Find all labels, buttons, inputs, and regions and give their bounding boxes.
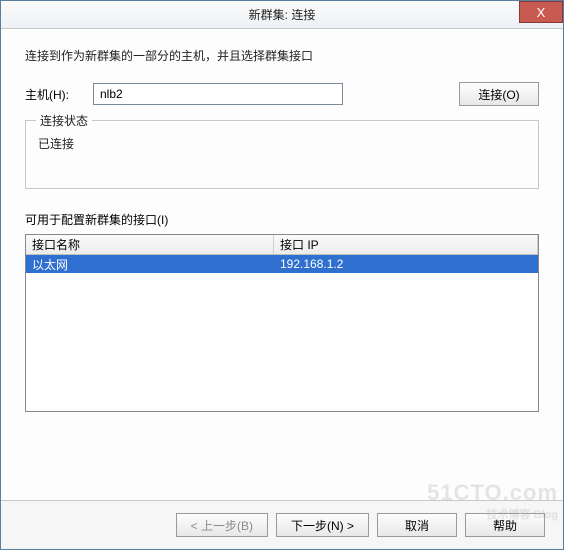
next-button[interactable]: 下一步(N) > bbox=[276, 513, 369, 537]
connect-button[interactable]: 连接(O) bbox=[459, 82, 539, 106]
help-button[interactable]: 帮助 bbox=[465, 513, 545, 537]
close-icon: X bbox=[537, 5, 546, 20]
host-row: 主机(H): 连接(O) bbox=[25, 82, 539, 106]
connection-status-group: 连接状态 已连接 bbox=[25, 120, 539, 189]
table-row[interactable]: 以太网192.168.1.2 bbox=[26, 255, 538, 273]
listview-header: 接口名称 接口 IP bbox=[26, 235, 538, 255]
host-label: 主机(H): bbox=[25, 86, 83, 103]
interfaces-label: 可用于配置新群集的接口(I) bbox=[25, 211, 539, 228]
listview-rows: 以太网192.168.1.2 bbox=[26, 255, 538, 411]
title-bar: 新群集: 连接 X bbox=[1, 1, 563, 29]
host-input[interactable] bbox=[93, 83, 343, 105]
column-interface-name[interactable]: 接口名称 bbox=[26, 235, 274, 254]
footer-buttons: < 上一步(B) 下一步(N) > 取消 帮助 bbox=[1, 500, 563, 549]
back-button[interactable]: < 上一步(B) bbox=[176, 513, 268, 537]
content-area: 连接到作为新群集的一部分的主机，并且选择群集接口 主机(H): 连接(O) 连接… bbox=[1, 29, 563, 500]
instruction-text: 连接到作为新群集的一部分的主机，并且选择群集接口 bbox=[25, 47, 539, 64]
column-interface-ip[interactable]: 接口 IP bbox=[274, 235, 538, 254]
cancel-button[interactable]: 取消 bbox=[377, 513, 457, 537]
interfaces-listview[interactable]: 接口名称 接口 IP 以太网192.168.1.2 bbox=[25, 234, 539, 412]
window-title: 新群集: 连接 bbox=[249, 6, 316, 23]
connection-status-title: 连接状态 bbox=[36, 112, 92, 129]
connection-status-text: 已连接 bbox=[36, 129, 528, 178]
dialog-window: 新群集: 连接 X 连接到作为新群集的一部分的主机，并且选择群集接口 主机(H)… bbox=[0, 0, 564, 550]
cell-interface-name: 以太网 bbox=[26, 255, 274, 274]
cell-interface-ip: 192.168.1.2 bbox=[274, 256, 538, 272]
close-button[interactable]: X bbox=[519, 1, 563, 23]
